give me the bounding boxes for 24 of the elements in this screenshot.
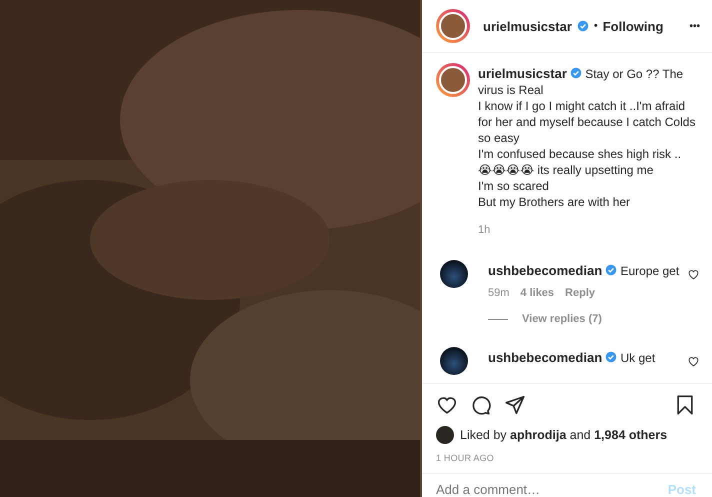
avatar[interactable] [440,260,468,288]
like-icon[interactable] [436,394,458,416]
like-icon[interactable] [687,355,700,368]
comment-text: ushbebecomedian Uk get [488,350,656,366]
likes-text: Liked by aphrodija and 1,984 others [460,428,668,442]
username-link[interactable]: urielmusicstar [483,18,572,34]
username-link[interactable]: aphrodija [510,428,566,442]
post-timestamp: 1 HOUR AGO [436,453,496,463]
comment-time: 59m [488,287,510,299]
following-button[interactable]: Following [602,18,664,34]
comment-text: ushbebecomedian Europe get [488,263,680,279]
avatar[interactable] [440,347,468,375]
share-icon[interactable] [504,394,526,416]
like-icon[interactable] [687,268,700,281]
comment-icon[interactable] [470,394,492,416]
username-link[interactable]: ushbebecomedian [488,350,602,365]
username-link[interactable]: ushbebecomedian [488,263,602,278]
avatar[interactable] [436,426,454,444]
separator-dot: • [594,20,598,32]
more-options-button[interactable]: ••• [689,20,700,32]
caption-text: urielmusicstar Stay or Go ?? The virus is Real I know if I go I might catch it ..I'm afraid for her and myself because I catch Colds so easy I'm confused because shes high risk .. 😭😭😭😭 its really upsetting me I'm so scared But my Brothers are with her [478,66,696,210]
username-link[interactable]: urielmusicstar [478,66,567,81]
post-time: 1h [478,224,490,236]
likes-count-link[interactable]: 1,984 others [594,428,668,442]
